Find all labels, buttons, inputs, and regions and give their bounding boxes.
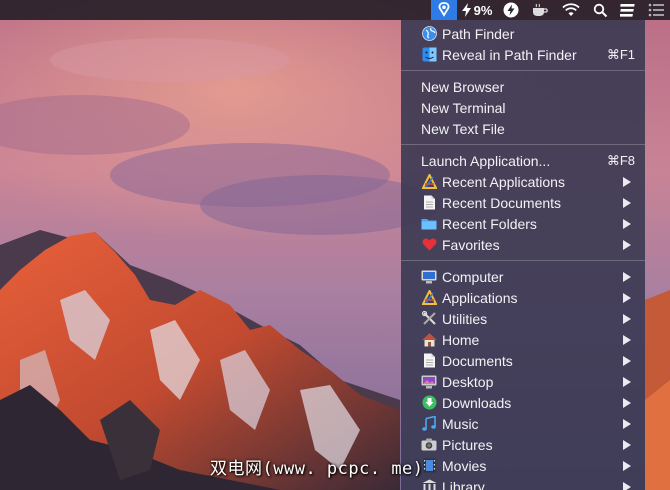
path-finder-menu-extra[interactable] xyxy=(431,0,457,20)
battery-status[interactable]: 9% xyxy=(457,0,497,20)
menu-item-recent-documents[interactable]: Recent Documents xyxy=(401,192,645,213)
stack-menu-extra[interactable] xyxy=(614,0,642,20)
shortcut-label: ⌘F1 xyxy=(606,46,635,62)
menu-item-new-text-file[interactable]: New Text File xyxy=(401,118,645,139)
list-icon xyxy=(648,3,664,17)
bolt-circle-icon xyxy=(503,2,519,18)
menu-item-recent-applications[interactable]: Recent Applications xyxy=(401,171,645,192)
wifi-menu-extra[interactable] xyxy=(555,0,587,20)
applications-icon xyxy=(421,290,437,306)
submenu-arrow-icon xyxy=(623,481,631,490)
menu-item-movies[interactable]: Movies xyxy=(401,455,645,476)
finder-icon xyxy=(421,47,437,63)
path-finder-icon xyxy=(437,2,451,18)
shortcut-label: ⌘F8 xyxy=(606,152,635,168)
menu-item-path-finder[interactable]: Path Finder xyxy=(401,23,645,44)
submenu-arrow-icon xyxy=(623,197,631,208)
home-icon xyxy=(421,332,437,348)
search-icon xyxy=(593,3,608,18)
submenu-arrow-icon xyxy=(623,218,631,229)
menu-item-documents[interactable]: Documents xyxy=(401,350,645,371)
menu-bar: 9% xyxy=(0,0,670,20)
heart-icon xyxy=(421,237,437,253)
menu-item-library[interactable]: Library xyxy=(401,476,645,490)
menu-item-computer[interactable]: Computer xyxy=(401,266,645,287)
caffeine-menu-extra[interactable] xyxy=(525,0,555,20)
menu-item-new-terminal[interactable]: New Terminal xyxy=(401,97,645,118)
submenu-arrow-icon xyxy=(623,176,631,187)
utilities-icon xyxy=(421,311,437,327)
submenu-arrow-icon xyxy=(623,292,631,303)
submenu-arrow-icon xyxy=(623,271,631,282)
watermark-text: 双电网(www. pcpc. me) xyxy=(210,459,424,479)
menu-item-favorites[interactable]: Favorites xyxy=(401,234,645,255)
applications-icon xyxy=(421,174,437,190)
submenu-arrow-icon xyxy=(623,313,631,324)
alfred-menu-extra[interactable] xyxy=(497,0,525,20)
downloads-icon xyxy=(421,395,437,411)
submenu-arrow-icon xyxy=(623,355,631,366)
submenu-arrow-icon xyxy=(623,397,631,408)
menu-item-desktop[interactable]: Desktop xyxy=(401,371,645,392)
wifi-icon xyxy=(561,3,581,17)
submenu-arrow-icon xyxy=(623,418,631,429)
menu-item-applications[interactable]: Applications xyxy=(401,287,645,308)
menu-item-home[interactable]: Home xyxy=(401,329,645,350)
menu-item-new-browser[interactable]: New Browser xyxy=(401,76,645,97)
submenu-arrow-icon xyxy=(623,439,631,450)
document-icon xyxy=(421,195,437,211)
notification-center-menu-extra[interactable] xyxy=(642,0,670,20)
menu-item-music[interactable]: Music xyxy=(401,413,645,434)
pictures-icon xyxy=(421,437,437,453)
coffee-cup-icon xyxy=(531,3,549,17)
submenu-arrow-icon xyxy=(623,334,631,345)
document-icon xyxy=(421,353,437,369)
menu-item-pictures[interactable]: Pictures xyxy=(401,434,645,455)
menu-item-recent-folders[interactable]: Recent Folders xyxy=(401,213,645,234)
library-icon xyxy=(421,479,437,490)
submenu-arrow-icon xyxy=(623,460,631,471)
menu-item-downloads[interactable]: Downloads xyxy=(401,392,645,413)
menu-item-reveal-in-path-finder[interactable]: Reveal in Path Finder ⌘F1 xyxy=(401,44,645,65)
music-icon xyxy=(421,416,437,432)
globe-icon xyxy=(421,26,437,42)
menu-separator xyxy=(401,144,645,145)
submenu-arrow-icon xyxy=(623,376,631,387)
path-finder-dropdown-menu: Path Finder Reveal in Path Finder ⌘F1 Ne… xyxy=(401,20,645,490)
desktop-icon xyxy=(421,374,437,390)
menu-separator xyxy=(401,260,645,261)
battery-percent: 9% xyxy=(473,2,493,18)
menu-item-launch-application[interactable]: Launch Application... ⌘F8 xyxy=(401,150,645,171)
menu-item-utilities[interactable]: Utilities xyxy=(401,308,645,329)
spotlight-menu-extra[interactable] xyxy=(587,0,614,20)
lightning-icon xyxy=(461,3,471,17)
stack-icon xyxy=(620,2,636,18)
folder-icon xyxy=(421,216,437,232)
computer-icon xyxy=(421,269,437,285)
menu-separator xyxy=(401,70,645,71)
submenu-arrow-icon xyxy=(623,239,631,250)
